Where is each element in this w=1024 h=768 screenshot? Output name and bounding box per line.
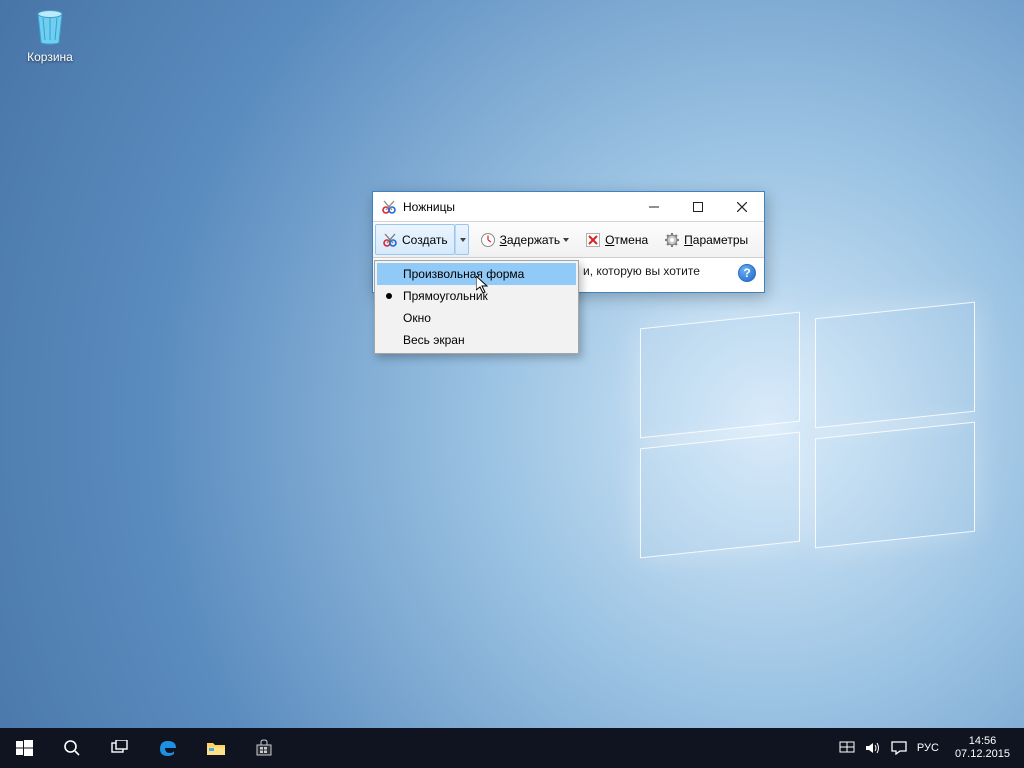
tray-flag-icon[interactable] [839, 741, 855, 755]
chevron-down-icon [563, 238, 569, 242]
search-icon [63, 739, 81, 757]
new-button[interactable]: Создать [375, 224, 455, 255]
desktop-icon-recycle-bin[interactable]: Корзина [10, 6, 90, 64]
recycle-bin-icon [32, 6, 68, 46]
start-button[interactable] [0, 728, 48, 768]
delay-button[interactable]: Задержать [473, 224, 576, 255]
scissors-icon [382, 232, 398, 248]
taskbar: РУС 14:56 07.12.2015 [0, 728, 1024, 768]
clock-icon [480, 232, 496, 248]
menu-item-window[interactable]: Окно [377, 307, 576, 329]
taskbar-app-edge[interactable] [144, 728, 192, 768]
close-button[interactable] [720, 192, 764, 222]
selected-dot-icon [386, 293, 392, 299]
desktop[interactable]: Корзина Ножницы Создать Задержать [0, 0, 1024, 768]
tray-clock[interactable]: 14:56 07.12.2015 [949, 735, 1016, 761]
menu-item-freeform[interactable]: Произвольная форма [377, 263, 576, 285]
menu-item-fullscreen[interactable]: Весь экран [377, 329, 576, 351]
help-icon[interactable]: ? [738, 264, 756, 282]
edge-icon [158, 738, 178, 758]
minimize-button[interactable] [632, 192, 676, 222]
store-icon [255, 739, 273, 757]
titlebar[interactable]: Ножницы [373, 192, 764, 222]
maximize-button[interactable] [676, 192, 720, 222]
wallpaper-windows-logo [640, 320, 980, 560]
task-view-icon [110, 740, 130, 756]
gear-icon [664, 232, 680, 248]
new-button-dropdown[interactable] [455, 224, 469, 255]
taskbar-app-file-explorer[interactable] [192, 728, 240, 768]
cancel-icon [585, 232, 601, 248]
snip-mode-menu: Произвольная форма Прямоугольник Окно Ве… [374, 260, 579, 354]
new-button-label: Создать [402, 233, 448, 247]
menu-item-rectangle[interactable]: Прямоугольник [377, 285, 576, 307]
options-button[interactable]: Параметры [657, 224, 755, 255]
search-button[interactable] [48, 728, 96, 768]
tray-lang[interactable]: РУС [917, 742, 939, 754]
desktop-icon-label: Корзина [10, 50, 90, 64]
folder-icon [206, 740, 226, 756]
windows-logo-icon [16, 740, 33, 757]
task-view-button[interactable] [96, 728, 144, 768]
cancel-button[interactable]: Отмена [578, 224, 655, 255]
chevron-down-icon [460, 238, 466, 242]
app-icon [381, 199, 397, 215]
system-tray: РУС 14:56 07.12.2015 [831, 735, 1024, 761]
tray-volume-icon[interactable] [865, 741, 881, 755]
toolbar: Создать Задержать Отмена Параметры [373, 222, 764, 258]
taskbar-app-store[interactable] [240, 728, 288, 768]
tray-action-center-icon[interactable] [891, 741, 907, 755]
window-title: Ножницы [403, 200, 632, 214]
